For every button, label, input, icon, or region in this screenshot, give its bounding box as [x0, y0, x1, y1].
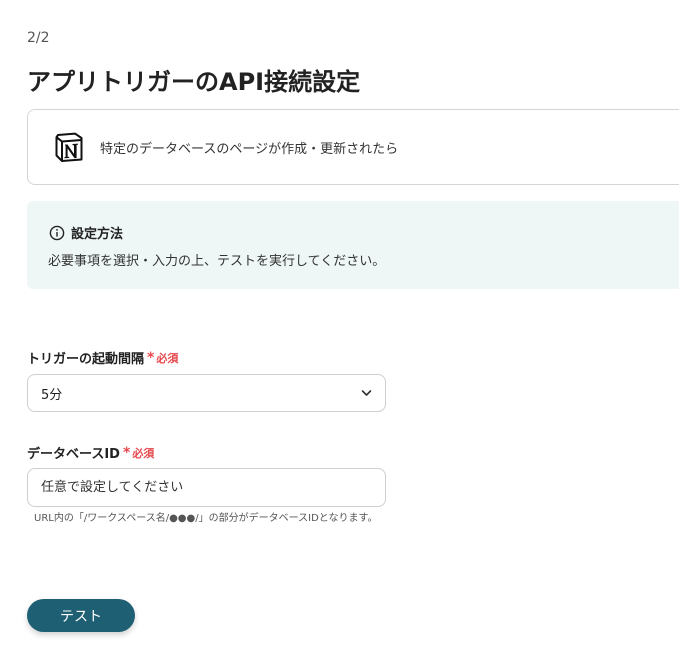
- database-id-label-text: データベースID: [27, 447, 120, 462]
- interval-select-value: 5分: [41, 387, 63, 403]
- step-indicator: 2/2: [27, 30, 50, 46]
- interval-select[interactable]: 5分: [27, 374, 386, 412]
- info-header: 設定方法: [49, 223, 123, 242]
- required-badge: * 必須: [147, 350, 178, 366]
- required-text: 必須: [156, 351, 179, 365]
- required-asterisk: *: [122, 444, 131, 461]
- page-title: アプリトリガーのAPI接続設定: [27, 68, 361, 96]
- required-badge: * 必須: [123, 445, 154, 461]
- required-text: 必須: [132, 446, 155, 460]
- database-id-input[interactable]: [27, 468, 386, 507]
- trigger-app-card: 特定のデータベースのページが作成・更新されたら: [27, 109, 679, 185]
- info-body: 必要事項を選択・入力の上、テストを実行してください。: [48, 254, 386, 269]
- database-id-label: データベースID * 必須: [27, 443, 154, 463]
- required-asterisk: *: [147, 349, 155, 366]
- interval-label: トリガーの起動間隔 * 必須: [27, 348, 178, 368]
- info-title: 設定方法: [71, 227, 124, 242]
- test-button[interactable]: テスト: [27, 599, 135, 632]
- interval-label-text: トリガーの起動間隔: [27, 352, 145, 367]
- info-icon: [49, 225, 65, 240]
- trigger-description: 特定のデータベースのページが作成・更新されたら: [100, 141, 399, 157]
- chevron-down-icon: [361, 390, 372, 396]
- database-id-help: URL内の「/ワークスペース名/●●●/」の部分がデータベースIDとなります。: [34, 513, 378, 524]
- setup-info-box: 設定方法 必要事項を選択・入力の上、テストを実行してください。: [27, 201, 679, 289]
- notion-logo-icon: [55, 132, 83, 162]
